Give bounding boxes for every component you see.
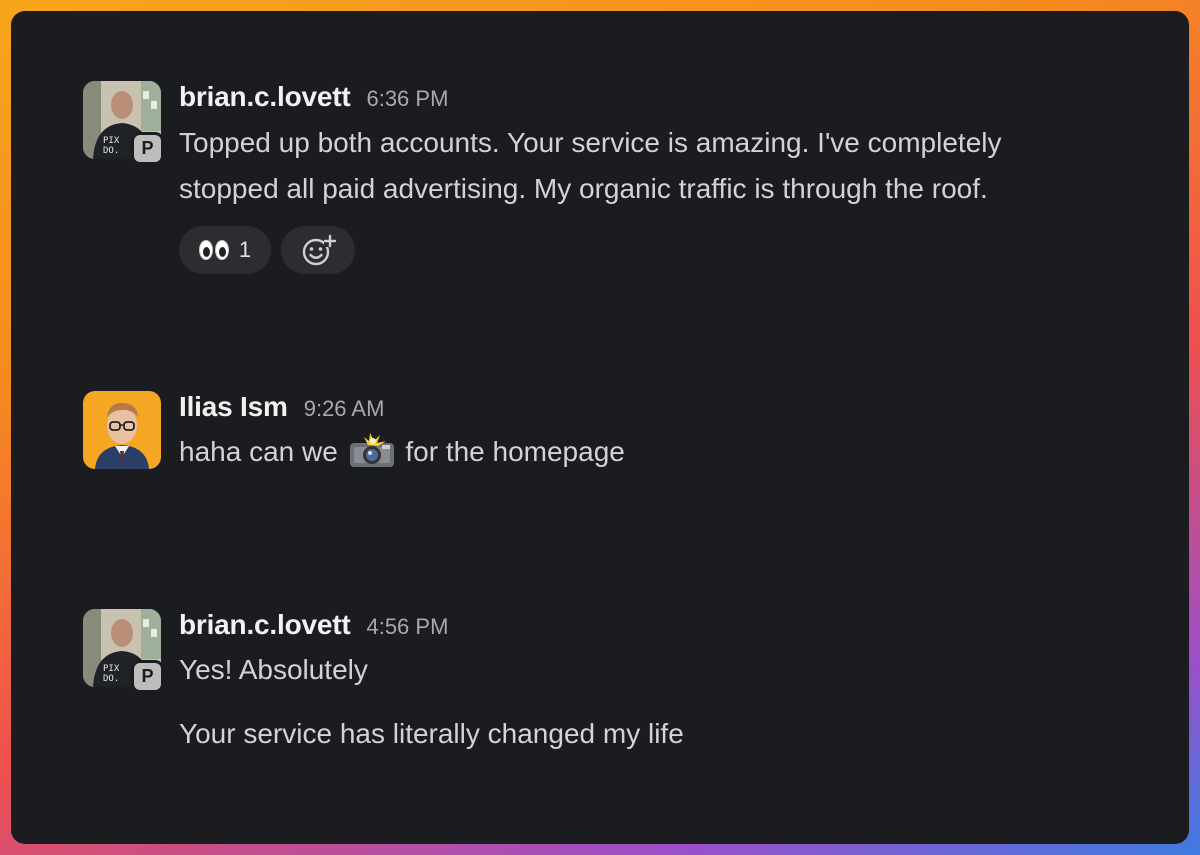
avatar-ilias[interactable] xyxy=(83,391,161,469)
author-name[interactable]: Ilias Ism xyxy=(179,391,288,423)
reaction-bar: 1 xyxy=(179,226,1149,274)
svg-text:DO.: DO. xyxy=(103,674,119,684)
author-name[interactable]: brian.c.lovett xyxy=(179,81,351,113)
svg-text:PIX: PIX xyxy=(103,664,120,674)
message-text: haha can we for the homepage xyxy=(179,429,1149,475)
message-text: Yes! Absolutely xyxy=(179,654,368,685)
timestamp[interactable]: 4:56 PM xyxy=(366,614,448,640)
add-reaction-icon xyxy=(302,234,336,266)
camera-flash-emoji-icon xyxy=(349,433,394,467)
reaction-count: 1 xyxy=(238,237,252,262)
message-panel: PIX DO. P brian.c.lovett 6:36 PM Topped … xyxy=(11,11,1189,844)
eyes-emoji-icon xyxy=(198,240,229,260)
message-text: Topped up both accounts. Your service is… xyxy=(179,127,1002,204)
add-reaction-button[interactable] xyxy=(281,226,355,274)
timestamp[interactable]: 6:36 PM xyxy=(366,86,448,112)
presence-badge: P xyxy=(131,660,164,693)
svg-text:DO.: DO. xyxy=(103,146,119,156)
reaction-eyes[interactable]: 1 xyxy=(179,226,271,274)
presence-badge: P xyxy=(131,132,164,165)
timestamp[interactable]: 9:26 AM xyxy=(304,396,385,422)
svg-text:PIX: PIX xyxy=(103,136,120,146)
author-name[interactable]: brian.c.lovett xyxy=(179,609,351,641)
message-text-second-paragraph: Your service has literally changed my li… xyxy=(179,718,684,749)
